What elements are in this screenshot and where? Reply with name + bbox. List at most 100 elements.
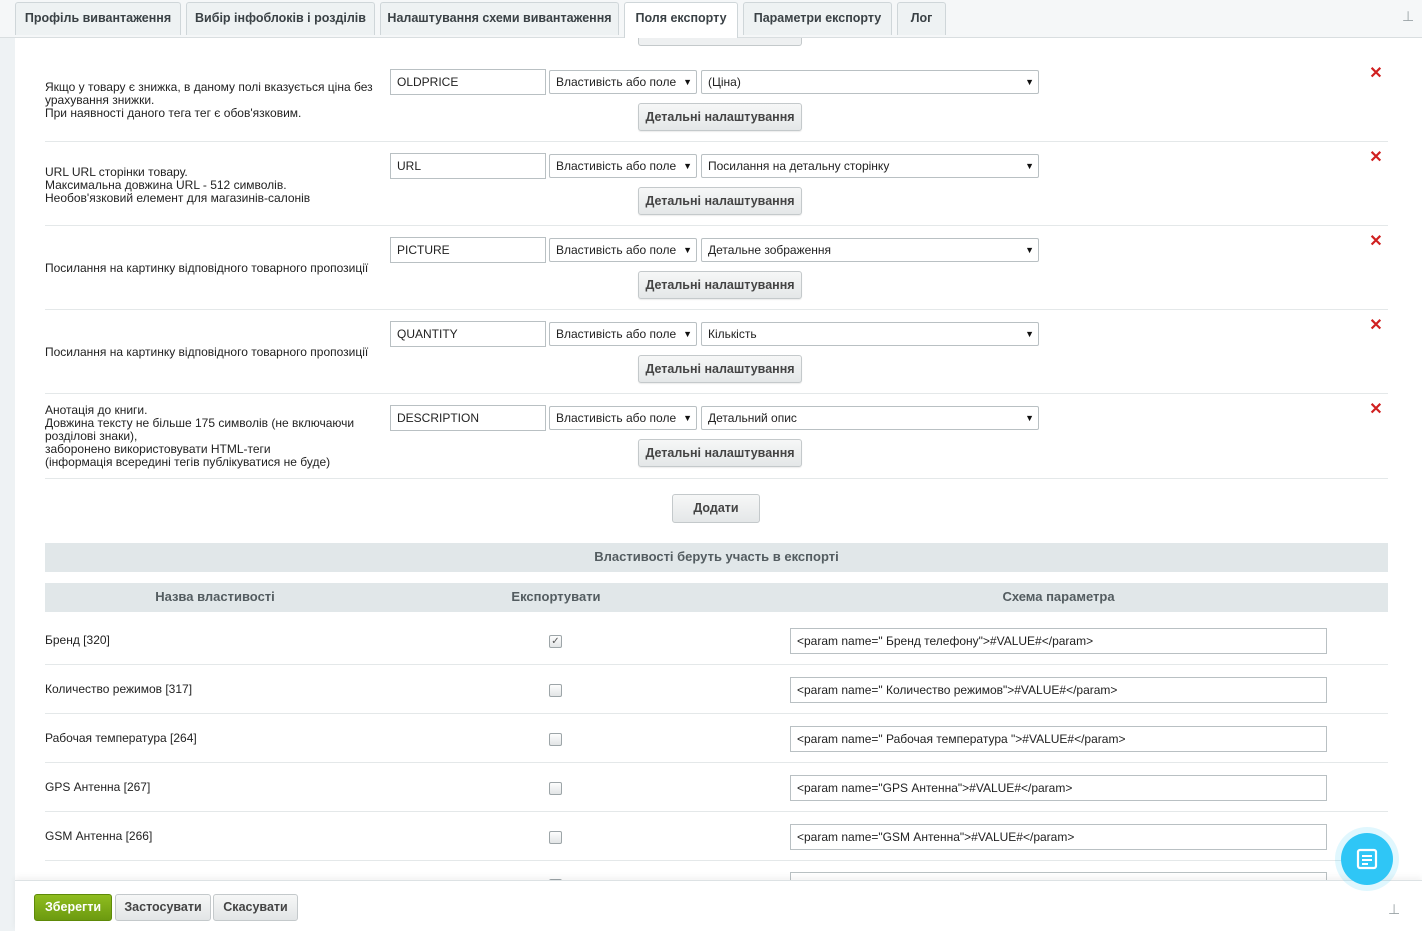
tab-export-schema-settings[interactable]: Налаштування схеми вивантаження — [380, 2, 619, 35]
table-row: Бренд [320] ✓ <param name=" Бренд телефо… — [45, 616, 1388, 665]
field-description: Якщо у товару є знижка, в даному полі вк… — [45, 80, 373, 120]
chevron-down-icon: ▼ — [683, 77, 692, 87]
export-checkbox[interactable] — [549, 782, 562, 795]
field-row: URL URL сторінки товару. Максимальна дов… — [45, 142, 1388, 226]
field-description: Посилання на картинку відповідного товар… — [45, 345, 369, 359]
column-header-export: Експортувати — [511, 589, 601, 604]
export-checkbox[interactable]: ✓ — [549, 635, 562, 648]
select-value: Властивість або поле — [556, 159, 677, 173]
save-button[interactable]: Зберегти — [34, 894, 112, 921]
chat-widget-button[interactable] — [1341, 833, 1393, 885]
property-name: Бренд [320] — [45, 633, 110, 647]
field-row: Анотація до книги. Довжина тексту не біл… — [45, 394, 1388, 479]
source-value-select[interactable]: Детальний опис ▼ — [701, 406, 1039, 430]
select-value: Властивість або поле — [556, 75, 677, 89]
chevron-down-icon: ▼ — [683, 245, 692, 255]
select-value: (Ціна) — [708, 75, 741, 89]
table-row: GPS Антенна [267] <param name="GPS Антен… — [45, 763, 1388, 812]
export-checkbox[interactable] — [549, 733, 562, 746]
details-button[interactable]: Детальні налаштування — [638, 187, 802, 215]
select-value: Детальне зображення — [708, 243, 832, 257]
details-button[interactable]: Детальні налаштування — [638, 355, 802, 383]
tabs-bar: Профіль вивантаження Вибір інфоблоків і … — [0, 0, 1422, 38]
select-value: Властивість або поле — [556, 411, 677, 425]
chevron-down-icon: ▼ — [683, 413, 692, 423]
tab-export-profile[interactable]: Профіль вивантаження — [15, 2, 181, 35]
param-schema-input[interactable]: <param name="GPS Антенна">#VALUE#</param… — [790, 775, 1327, 801]
export-checkbox[interactable] — [549, 831, 562, 844]
add-field-button[interactable]: Додати — [672, 494, 760, 523]
chevron-down-icon: ▼ — [1025, 245, 1034, 255]
column-header-name: Назва властивості — [155, 589, 275, 604]
param-schema-input[interactable]: <param name=" Количество режимов">#VALUE… — [790, 677, 1327, 703]
close-icon[interactable]: ✕ — [1369, 66, 1383, 82]
chevron-down-icon: ▼ — [1025, 413, 1034, 423]
param-schema-input[interactable] — [790, 872, 1327, 880]
field-row: Посилання на картинку відповідного товар… — [45, 226, 1388, 310]
table-row-partial — [45, 861, 1388, 880]
select-value: Детальний опис — [708, 411, 797, 425]
tag-input[interactable]: PICTURE — [390, 237, 546, 263]
source-value-select[interactable]: Посилання на детальну сторінку ▼ — [701, 154, 1039, 178]
select-value: Кількість — [708, 327, 757, 341]
param-schema-input[interactable]: <param name="GSM Антенна">#VALUE#</param… — [790, 824, 1327, 850]
source-type-select[interactable]: Властивість або поле ▼ — [549, 70, 697, 94]
source-type-select[interactable]: Властивість або поле ▼ — [549, 322, 697, 346]
bottom-action-bar: Зберегти Застосувати Скасувати ⊥ — [15, 880, 1422, 931]
close-icon[interactable]: ✕ — [1369, 402, 1383, 418]
export-checkbox[interactable] — [549, 684, 562, 697]
pin-icon[interactable]: ⊥ — [1388, 901, 1400, 917]
tag-input[interactable]: URL — [390, 153, 546, 179]
source-value-select[interactable]: (Ціна) ▼ — [701, 70, 1039, 94]
source-value-select[interactable]: Кількість ▼ — [701, 322, 1039, 346]
properties-section-title: Властивості беруть участь в експорті — [45, 543, 1388, 572]
field-description: Посилання на картинку відповідного товар… — [45, 261, 369, 275]
tag-input[interactable]: DESCRIPTION — [390, 405, 546, 431]
source-value-select[interactable]: Детальне зображення ▼ — [701, 238, 1039, 262]
details-button[interactable]: Детальні налаштування — [638, 271, 802, 299]
tag-input[interactable]: OLDPRICE — [390, 69, 546, 95]
properties-table-header: Назва властивості Експортувати Схема пар… — [45, 583, 1388, 612]
apply-button[interactable]: Застосувати — [115, 894, 211, 921]
details-button-partial[interactable] — [638, 38, 802, 46]
property-name: Количество режимов [317] — [45, 682, 193, 696]
source-type-select[interactable]: Властивість або поле ▼ — [549, 154, 697, 178]
field-row: Посилання на картинку відповідного товар… — [45, 310, 1388, 394]
chevron-down-icon: ▼ — [1025, 161, 1034, 171]
property-name: Рабочая температура [264] — [45, 731, 197, 745]
pin-icon[interactable]: ⊥ — [1402, 8, 1414, 24]
chevron-down-icon: ▼ — [1025, 77, 1034, 87]
tab-infoblocks-sections[interactable]: Вибір інфоблоків і розділів — [186, 2, 375, 35]
close-icon[interactable]: ✕ — [1369, 318, 1383, 334]
close-icon[interactable]: ✕ — [1369, 234, 1383, 250]
select-value: Властивість або поле — [556, 327, 677, 341]
source-type-select[interactable]: Властивість або поле ▼ — [549, 238, 697, 262]
property-name: GSM Антенна [266] — [45, 829, 153, 843]
table-row: GSM Антенна [266] <param name="GSM Антен… — [45, 812, 1388, 861]
tab-export-parameters[interactable]: Параметри експорту — [743, 2, 892, 35]
export-fields-panel: Якщо у товару є знижка, в даному полі вк… — [15, 38, 1422, 880]
property-name: GPS Антенна [267] — [45, 780, 151, 794]
chevron-down-icon: ▼ — [683, 329, 692, 339]
cancel-button[interactable]: Скасувати — [213, 894, 298, 921]
select-value: Властивість або поле — [556, 243, 677, 257]
param-schema-input[interactable]: <param name=" Бренд телефону">#VALUE#</p… — [790, 628, 1327, 654]
tab-export-fields[interactable]: Поля експорту — [624, 2, 738, 38]
field-description: Анотація до книги. Довжина тексту не біл… — [45, 403, 355, 469]
tab-log[interactable]: Лог — [897, 2, 946, 35]
param-schema-input[interactable]: <param name=" Рабочая температура ">#VAL… — [790, 726, 1327, 752]
details-button[interactable]: Детальні налаштування — [638, 103, 802, 131]
close-icon[interactable]: ✕ — [1369, 150, 1383, 166]
select-value: Посилання на детальну сторінку — [708, 159, 890, 173]
table-row: Рабочая температура [264] <param name=" … — [45, 714, 1388, 763]
details-button[interactable]: Детальні налаштування — [638, 439, 802, 467]
table-row: Количество режимов [317] <param name=" К… — [45, 665, 1388, 714]
column-header-schema: Схема параметра — [1002, 589, 1115, 604]
chat-icon — [1356, 848, 1378, 870]
chevron-down-icon: ▼ — [683, 161, 692, 171]
field-row: Якщо у товару є знижка, в даному полі вк… — [45, 58, 1388, 142]
tag-input[interactable]: QUANTITY — [390, 321, 546, 347]
chevron-down-icon: ▼ — [1025, 329, 1034, 339]
field-description: URL URL сторінки товару. Максимальна дов… — [45, 165, 311, 205]
source-type-select[interactable]: Властивість або поле ▼ — [549, 406, 697, 430]
